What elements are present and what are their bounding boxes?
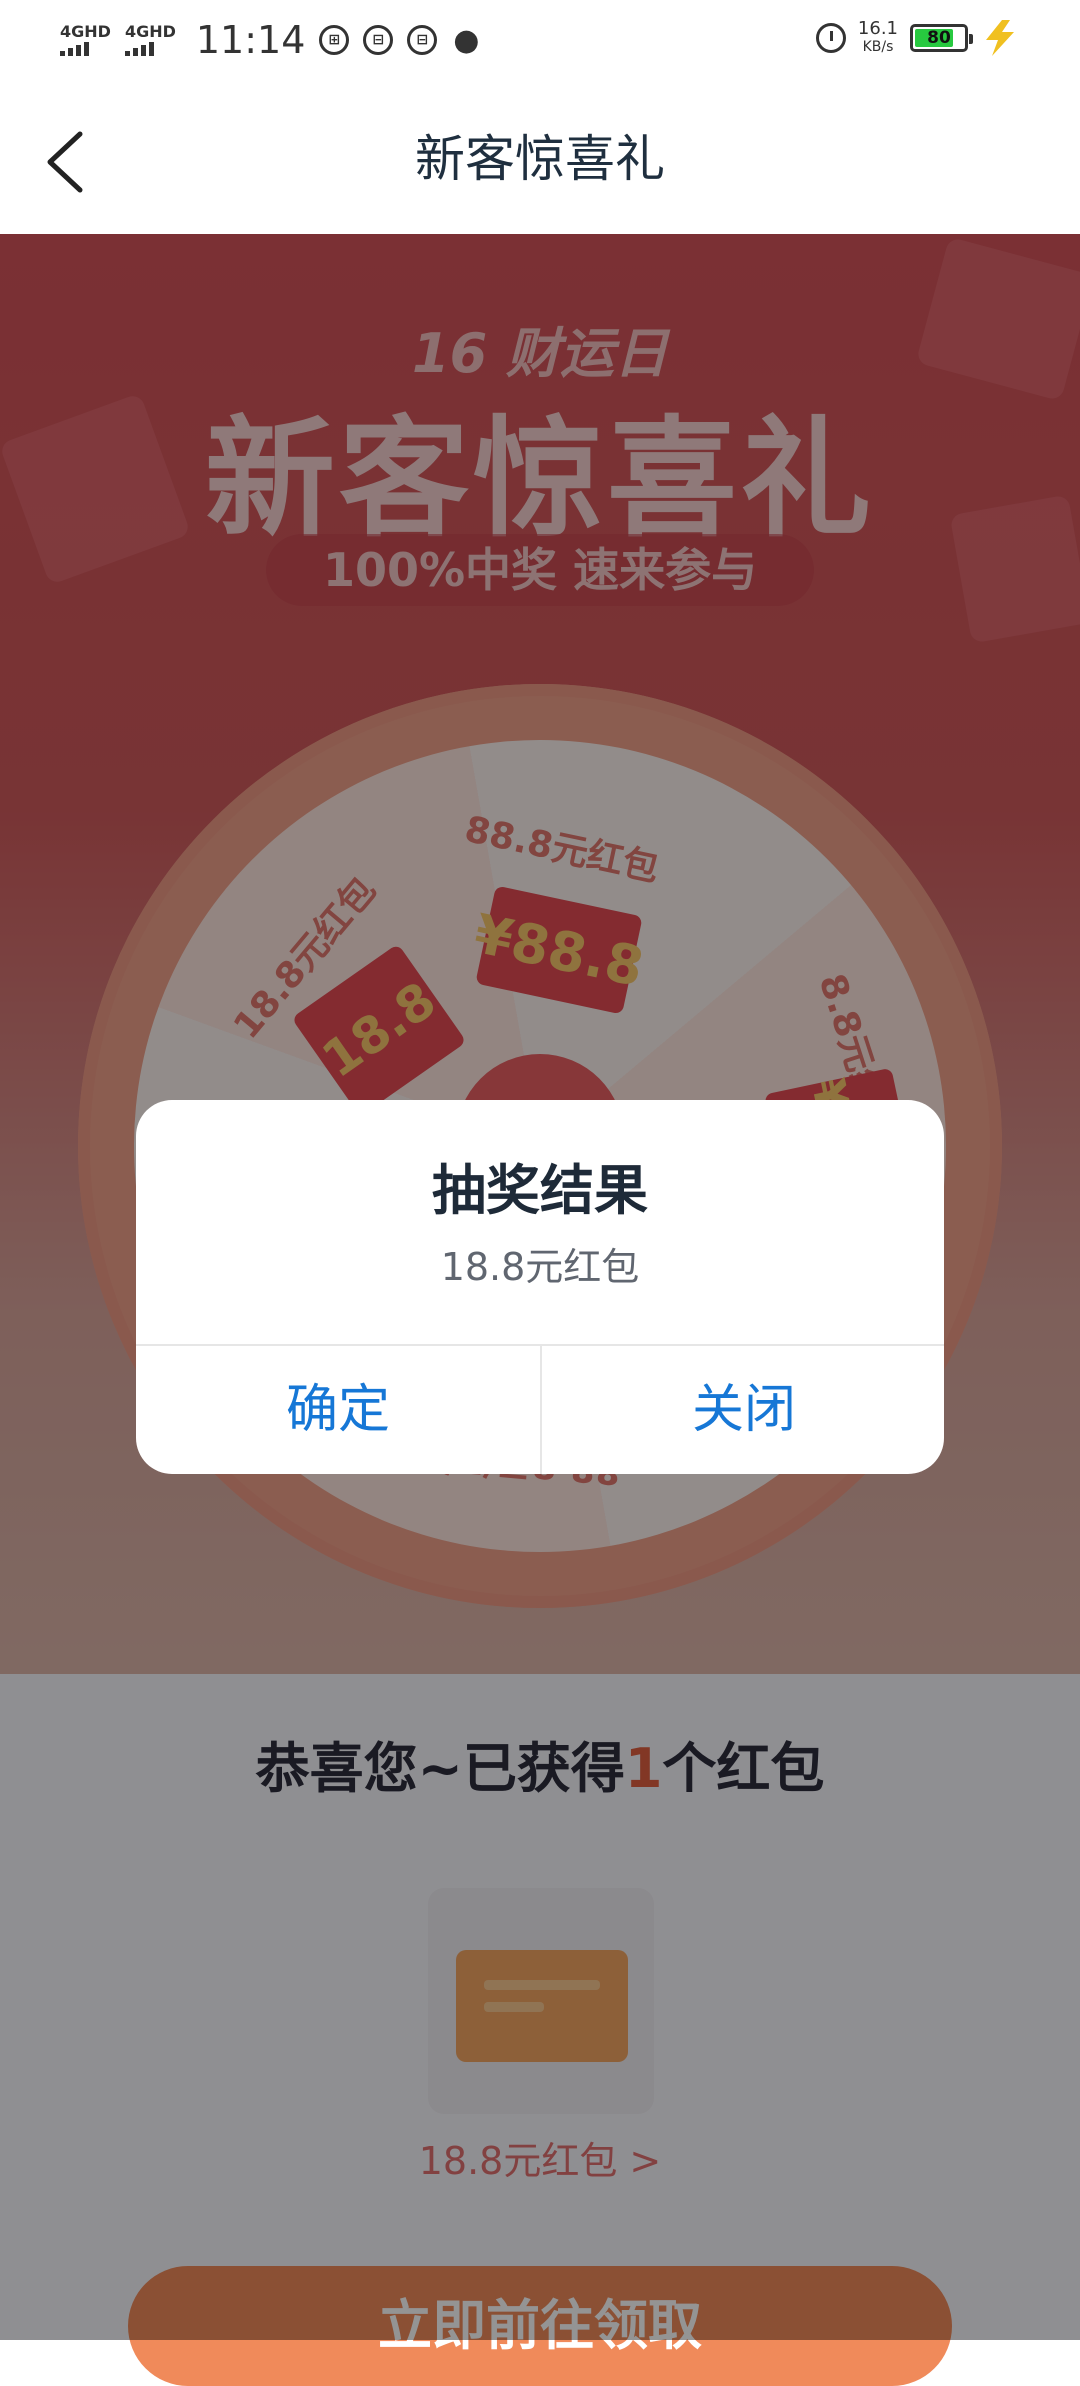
page-title: 新客惊喜礼 bbox=[415, 130, 665, 188]
network-type-1: 4GHD bbox=[60, 22, 111, 41]
dialog-message: 18.8元红包 bbox=[440, 1245, 640, 1289]
alarm-icon bbox=[815, 23, 846, 53]
speed-value: 16.1 bbox=[857, 18, 898, 39]
wechat-icon: ● bbox=[453, 22, 480, 58]
network-speed: 16.1 KB/s bbox=[858, 20, 898, 56]
speed-unit: KB/s bbox=[862, 39, 894, 55]
result-dialog: 抽奖结果 18.8元红包 确定 关闭 bbox=[136, 1100, 944, 1474]
signal-icon-2: 4GHD bbox=[124, 22, 176, 56]
close-button[interactable]: 关闭 bbox=[542, 1346, 944, 1474]
confirm-button[interactable]: 确定 bbox=[136, 1346, 540, 1474]
battery-level: 80 bbox=[927, 28, 951, 48]
status-bar: 4GHD 4GHD 11:14 ⊞ ⊟ ⊟ ● 16.1 KB/s 80 bbox=[0, 0, 1080, 84]
battery-icon: 80 bbox=[910, 24, 973, 52]
bank-app-icon: ⊞ bbox=[319, 25, 350, 55]
bank-app-icon-2: ⊟ bbox=[363, 25, 394, 55]
status-time: 11:14 bbox=[195, 18, 306, 62]
bank-app-icon-3: ⊟ bbox=[407, 25, 438, 55]
dialog-title: 抽奖结果 bbox=[432, 1159, 648, 1222]
nav-header: 新客惊喜礼 bbox=[0, 84, 1080, 234]
signal-icon: 4GHD bbox=[60, 24, 111, 56]
network-type-2: 4GHD bbox=[124, 22, 176, 41]
charging-icon bbox=[986, 20, 1014, 56]
